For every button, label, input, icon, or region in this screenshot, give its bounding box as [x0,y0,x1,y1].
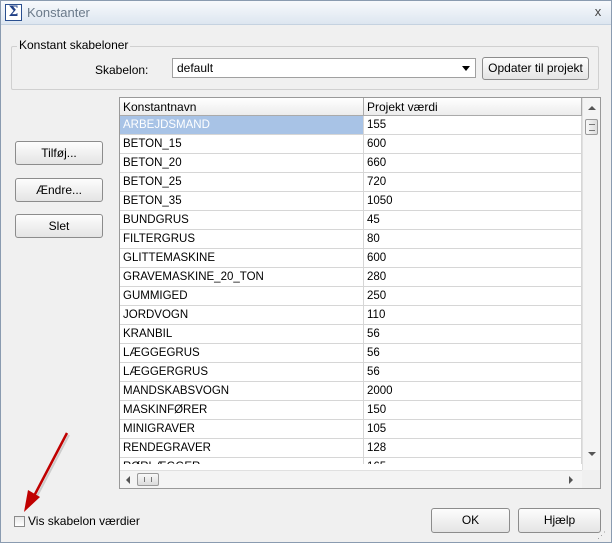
table-row[interactable]: GLITTEMASKINE 600 [120,249,582,268]
table-row[interactable]: MASKINFØRER 150 [120,401,582,420]
project-value-cell[interactable]: 280 [364,268,582,286]
table-row[interactable]: JORDVOGN 110 [120,306,582,325]
table-row[interactable]: KRANBIL 56 [120,325,582,344]
dropdown-arrow-icon[interactable] [462,66,470,71]
table-row[interactable]: FILTERGRUS 80 [120,230,582,249]
constant-name-cell[interactable]: JORDVOGN [120,306,364,324]
table-row[interactable]: BETON_20 660 [120,154,582,173]
table-row[interactable]: LÆGGEGRUS 56 [120,344,582,363]
project-value-cell[interactable]: 128 [364,439,582,457]
scrollbar-corner [582,470,600,488]
project-value-cell[interactable]: 720 [364,173,582,191]
window-title: Konstanter [27,5,90,20]
table-row[interactable]: BETON_25 720 [120,173,582,192]
table-row[interactable]: RENDEGRAVER 128 [120,439,582,458]
constant-name-cell[interactable]: ARBEJDSMAND [120,116,364,134]
template-select[interactable]: default [172,58,476,78]
constant-name-cell[interactable]: KRANBIL [120,325,364,343]
table-row[interactable]: BETON_35 1050 [120,192,582,211]
show-template-values-checkbox[interactable] [14,516,25,527]
constant-name-cell[interactable]: GUMMIGED [120,287,364,305]
project-value-cell[interactable]: 45 [364,211,582,229]
table-row[interactable]: RØRLÆGGER165 [120,458,582,464]
project-value-cell[interactable]: 105 [364,420,582,438]
table-row[interactable]: GRAVEMASKINE_20_TON 280 [120,268,582,287]
constant-name-cell[interactable]: BETON_25 [120,173,364,191]
delete-button[interactable]: Slet [15,214,103,238]
ok-button[interactable]: OK [431,508,510,533]
resize-grip-icon[interactable]: ⋰ [597,529,609,541]
column-header-value[interactable]: Projekt værdi [364,98,582,116]
constant-name-cell[interactable]: MINIGRAVER [120,420,364,438]
vertical-scroll-thumb[interactable] [585,119,598,135]
project-value-cell[interactable]: 150 [364,401,582,419]
add-button[interactable]: Tilføj... [15,141,103,165]
help-button[interactable]: Hjælp [518,508,601,533]
constant-name-cell[interactable]: MASKINFØRER [120,401,364,419]
project-value-cell[interactable]: 155 [364,116,582,134]
table-row[interactable]: BETON_15 600 [120,135,582,154]
table-row[interactable]: LÆGGERGRUS 56 [120,363,582,382]
table-row[interactable]: GUMMIGED 250 [120,287,582,306]
scroll-right-arrow-icon[interactable] [569,476,573,484]
scroll-down-arrow-icon[interactable] [588,452,596,456]
constant-name-cell[interactable]: BETON_15 [120,135,364,153]
project-value-cell[interactable]: 660 [364,154,582,172]
constant-name-cell[interactable]: RENDEGRAVER [120,439,364,457]
sigma-icon: Σ [5,4,22,21]
scroll-left-arrow-icon[interactable] [126,476,130,484]
constant-name-cell[interactable]: LÆGGERGRUS [120,363,364,381]
edit-button[interactable]: Ændre... [15,178,103,202]
constant-name-cell[interactable]: GLITTEMASKINE [120,249,364,267]
scroll-up-arrow-icon[interactable] [588,106,596,110]
constant-name-cell[interactable]: FILTERGRUS [120,230,364,248]
template-select-value: default [177,61,214,75]
show-template-values-label[interactable]: Vis skabelon værdier [28,514,140,528]
project-value-cell[interactable]: 56 [364,363,582,381]
constant-name-cell[interactable]: BUNDGRUS [120,211,364,229]
project-value-cell[interactable]: 2000 [364,382,582,400]
project-value-cell[interactable]: 80 [364,230,582,248]
constant-name-cell[interactable]: BETON_35 [120,192,364,210]
template-label: Skabelon: [95,63,149,77]
project-value-cell[interactable]: 56 [364,344,582,362]
constant-name-cell[interactable]: RØRLÆGGER [120,458,364,464]
project-value-cell[interactable]: 1050 [364,192,582,210]
project-value-cell[interactable]: 600 [364,135,582,153]
constant-name-cell[interactable]: MANDSKABSVOGN [120,382,364,400]
update-to-project-button[interactable]: Opdater til projekt [482,57,589,80]
table-row[interactable]: BUNDGRUS 45 [120,211,582,230]
constant-name-cell[interactable]: BETON_20 [120,154,364,172]
project-value-cell[interactable]: 250 [364,287,582,305]
constants-grid[interactable]: Konstantnavn Projekt værdi ARBEJDSMAND 15… [119,97,601,489]
horizontal-scrollbar[interactable] [120,470,582,488]
title-bar: Σ Konstanter x [1,1,611,25]
constant-name-cell[interactable]: GRAVEMASKINE_20_TON [120,268,364,286]
table-row[interactable]: MINIGRAVER 105 [120,420,582,439]
project-value-cell[interactable]: 600 [364,249,582,267]
project-value-cell[interactable]: 56 [364,325,582,343]
close-button[interactable]: x [589,3,607,21]
horizontal-scroll-thumb[interactable] [137,473,159,486]
grid-rows: ARBEJDSMAND 155 BETON_15 600 BETON_20 660 BETO… [120,116,582,464]
grid-header: Konstantnavn Projekt værdi [120,98,582,116]
table-row[interactable]: MANDSKABSVOGN 2000 [120,382,582,401]
template-group-legend: Konstant skabeloner [17,38,131,52]
dialog-window: Σ Konstanter x Konstant skabeloner Skabe… [0,0,612,543]
project-value-cell[interactable]: 110 [364,306,582,324]
table-row[interactable]: ARBEJDSMAND 155 [120,116,582,135]
constant-name-cell[interactable]: LÆGGEGRUS [120,344,364,362]
column-header-name[interactable]: Konstantnavn [120,98,364,116]
vertical-scrollbar[interactable] [582,98,600,470]
project-value-cell[interactable]: 165 [364,458,582,464]
